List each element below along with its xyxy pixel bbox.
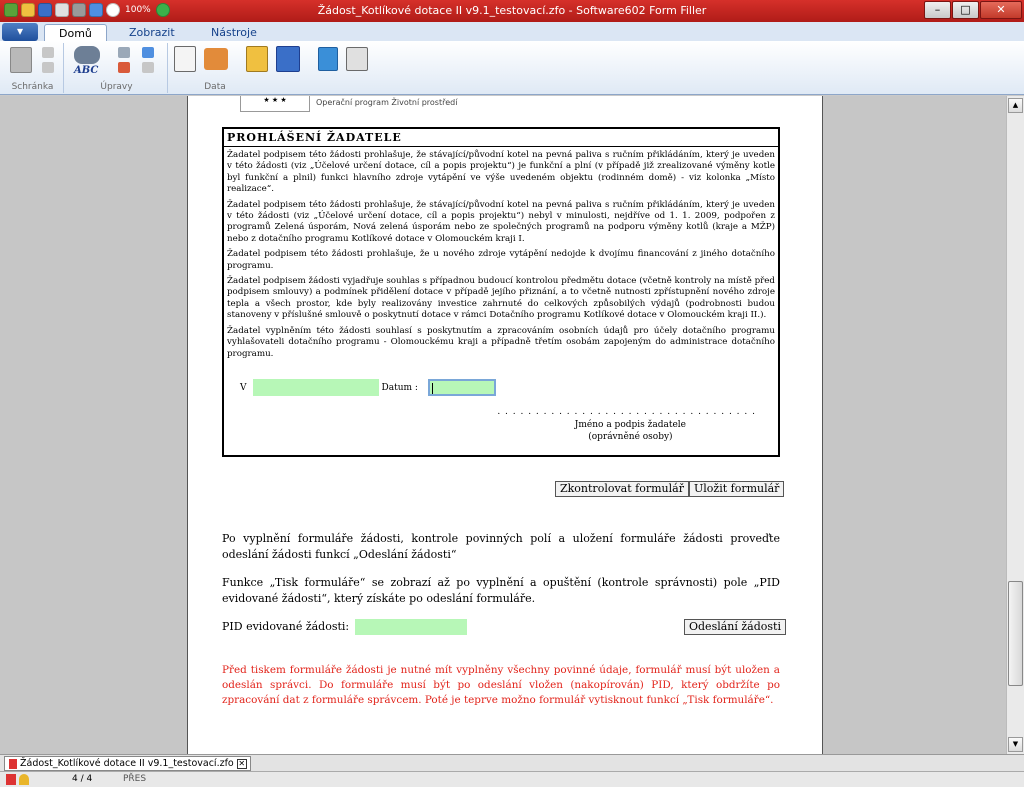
instruction-print: Funkce „Tisk formuláře“ se zobrazí až po… (222, 576, 780, 605)
find-icon[interactable] (74, 46, 100, 64)
redo-icon[interactable] (142, 47, 154, 58)
pid-label: PID evidované žádosti: (222, 620, 350, 633)
document-tab-label: Žádost_Kotlíkové dotace II v9.1_testovac… (20, 758, 234, 769)
scroll-down-button[interactable]: ▼ (1008, 737, 1023, 752)
date-label: Datum : (381, 382, 418, 393)
title-bar: 100% Žádost_Kotlíkové dotace II v9.1_tes… (0, 0, 1024, 22)
calculator-icon[interactable] (318, 47, 338, 71)
text-cursor (431, 383, 433, 394)
group-data: Data (170, 43, 380, 93)
scrollbar-thumb[interactable] (1008, 581, 1023, 686)
replace-icon[interactable] (118, 47, 130, 58)
scroll-up-button[interactable]: ▲ (1008, 98, 1023, 113)
page-indicator: 4 / 4 (72, 774, 93, 784)
signature-caption-line-2: (oprávněné osoby) (588, 432, 673, 442)
application-button[interactable]: ▾ (2, 23, 38, 41)
document-workspace[interactable]: ★ ★ ★ Operační program Životní prostředí… (0, 96, 1006, 754)
check-form-button[interactable]: Zkontrolovat formulář (555, 481, 689, 497)
maximize-button[interactable]: □ (952, 1, 979, 19)
date-input[interactable] (427, 379, 496, 396)
database-open-icon[interactable] (246, 46, 268, 72)
group-label-data: Data (204, 82, 226, 92)
tab-nastroje[interactable]: Nástroje (197, 24, 271, 42)
spellcheck-icon[interactable]: ABC (74, 65, 108, 77)
pid-input[interactable] (355, 619, 467, 635)
document-tab[interactable]: Žádost_Kotlíkové dotace II v9.1_testovac… (4, 756, 251, 771)
vertical-scrollbar[interactable]: ▲ ▼ (1006, 96, 1024, 754)
export-icon[interactable] (204, 48, 228, 70)
form-status-icon (6, 774, 16, 785)
group-editing: ABC Úpravy (66, 43, 168, 93)
signature-line: . . . . . . . . . . . . . . . . . . . . … (497, 407, 756, 417)
form-page: ★ ★ ★ Operační program Životní prostředí… (187, 96, 823, 754)
instruction-send: Po vyplnění formuláře žádosti, kontrole … (222, 532, 780, 561)
window-controls: – □ ✕ (924, 1, 1022, 19)
repeat-icon[interactable] (142, 62, 154, 73)
import-icon[interactable] (174, 46, 196, 72)
declaration-paragraph-3: Žadatel podpisem této žádosti prohlašuje… (227, 249, 775, 271)
tab-zobrazit[interactable]: Zobrazit (115, 24, 189, 42)
close-document-icon[interactable]: ✕ (236, 758, 247, 769)
goto-icon[interactable] (118, 62, 130, 73)
form-file-icon (9, 758, 17, 769)
ribbon: Schránka ABC Úpravy Data (0, 41, 1024, 95)
signature-caption: Jméno a podpis žadatele (oprávněné osoby… (575, 419, 686, 443)
send-application-button[interactable]: Odeslání žádosti (684, 619, 786, 635)
cut-icon[interactable] (42, 47, 54, 58)
declaration-paragraph-2: Žadatel podpisem této žádosti prohlašuje… (227, 199, 775, 244)
signature-caption-line-1: Jméno a podpis žadatele (574, 420, 686, 430)
declaration-paragraph-1: Žadatel podpisem této žádosti prohlašuje… (227, 150, 775, 195)
close-button[interactable]: ✕ (980, 1, 1022, 19)
window-title: Žádost_Kotlíkové dotace II v9.1_testovac… (317, 4, 707, 17)
paste-icon[interactable] (10, 47, 32, 73)
declaration-title: PROHLÁŠENÍ ŽADATELE (224, 129, 778, 147)
overwrite-mode: PŘES (123, 774, 147, 784)
eu-logo: ★ ★ ★ (240, 96, 310, 112)
place-label: V (240, 382, 247, 393)
database-save-icon[interactable] (276, 46, 300, 72)
lock-icon (19, 774, 29, 785)
validate-icon[interactable] (346, 47, 368, 71)
group-clipboard: Schránka (2, 43, 64, 93)
tab-domu[interactable]: Domů (44, 24, 107, 42)
document-tabs: Žádost_Kotlíkové dotace II v9.1_testovac… (0, 754, 1024, 771)
save-form-button[interactable]: Uložit formulář (689, 481, 785, 497)
declaration-section: PROHLÁŠENÍ ŽADATELE Žadatel podpisem tét… (222, 127, 780, 457)
place-date-row: V Datum : (240, 379, 496, 396)
group-label-editing: Úpravy (100, 82, 133, 92)
place-input[interactable] (252, 379, 379, 396)
copy-icon[interactable] (42, 62, 54, 73)
print-warning: Před tiskem formuláře žádosti je nutné m… (222, 664, 780, 706)
ribbon-tabs: ▾ Domů Zobrazit Nástroje (0, 22, 1024, 42)
minimize-button[interactable]: – (924, 1, 951, 19)
program-header-text: Operační program Životní prostředí (316, 98, 458, 107)
declaration-paragraph-5: Žadatel vyplněním této žádosti souhlasí … (227, 325, 775, 359)
declaration-paragraph-4: Žadatel podpisem žádosti vyjadřuje souhl… (227, 276, 775, 321)
group-label-clipboard: Schránka (11, 82, 54, 92)
status-bar: 4 / 4 PŘES (0, 771, 1024, 787)
